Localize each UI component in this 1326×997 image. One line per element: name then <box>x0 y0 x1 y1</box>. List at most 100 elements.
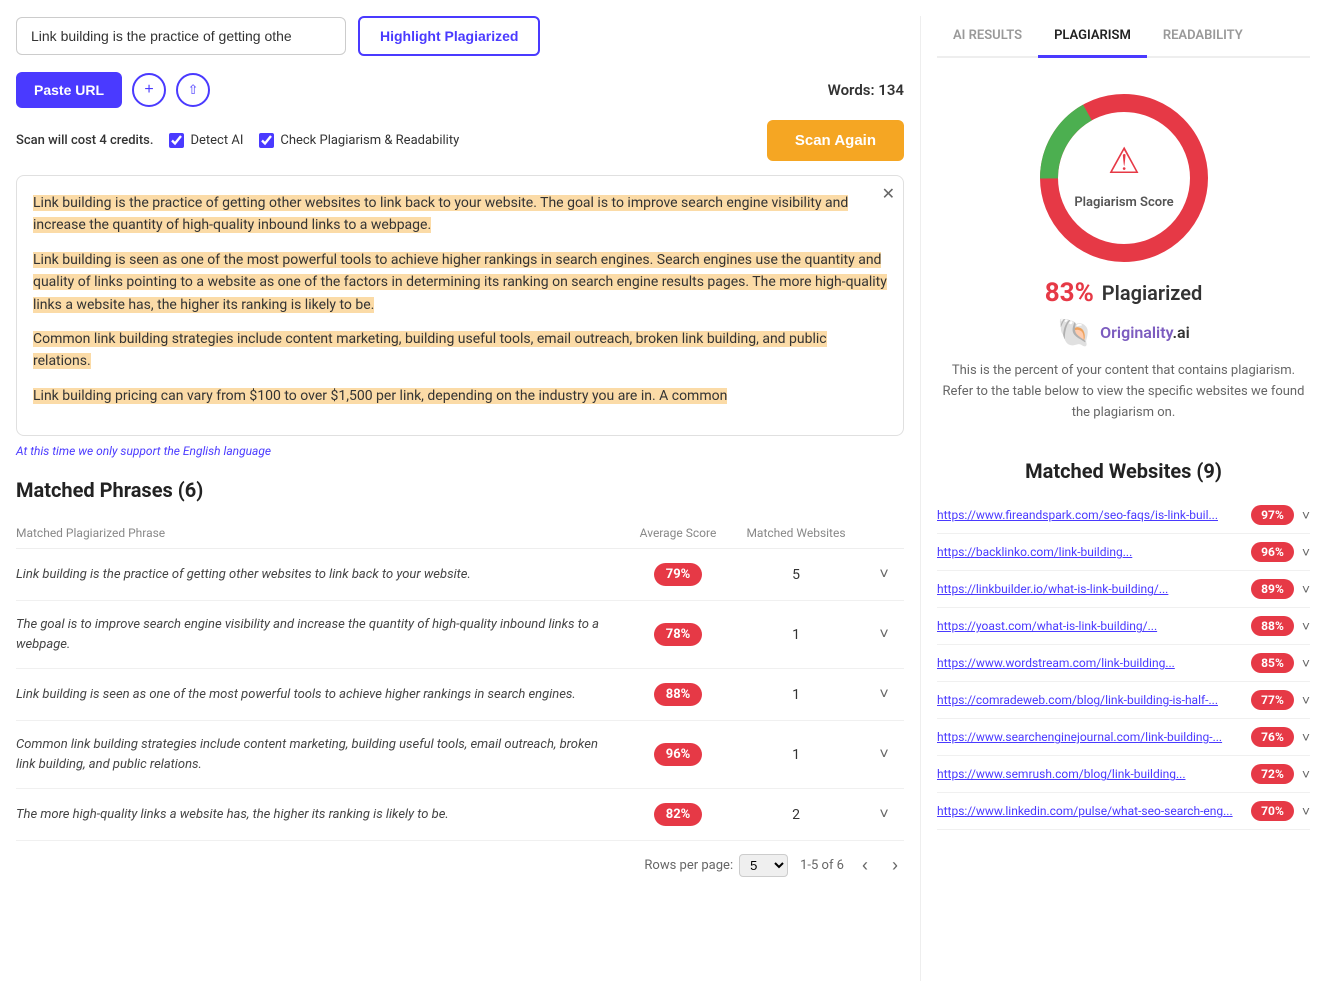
expand-website-button[interactable]: ˅ <box>1302 507 1310 523</box>
next-page-button[interactable]: › <box>886 853 904 878</box>
website-link[interactable]: https://backlinko.com/link-building... <box>937 545 1243 559</box>
website-score-badge: 85% <box>1251 653 1294 673</box>
close-button[interactable]: ✕ <box>882 184 895 204</box>
highlighted-text-2: Link building is seen as one of the most… <box>33 252 887 313</box>
language-note: At this time we only support the English… <box>16 444 904 458</box>
website-link[interactable]: https://www.searchenginejournal.com/link… <box>937 730 1243 744</box>
phrase-score-badge: 82% <box>654 803 703 826</box>
website-score-badge: 96% <box>1251 542 1294 562</box>
phrase-score-badge: 88% <box>654 683 703 706</box>
expand-row-button[interactable]: ˅ <box>864 686 904 704</box>
originality-logo: 🐚 Originality.ai <box>1057 316 1189 349</box>
content-para-4: Link building pricing can vary from $100… <box>33 385 887 407</box>
websites-list: https://www.fireandspark.com/seo-faqs/is… <box>937 497 1310 830</box>
col-actions-header <box>864 526 904 540</box>
text-input[interactable] <box>16 17 346 55</box>
website-link[interactable]: https://yoast.com/what-is-link-building/… <box>937 619 1243 633</box>
originality-logo-suffix: .ai <box>1172 323 1189 342</box>
highlighted-text-1: Link building is the practice of getting… <box>33 195 848 233</box>
score-display: 83% Plagiarized <box>1045 278 1203 308</box>
expand-website-button[interactable]: ˅ <box>1302 544 1310 560</box>
scan-again-button[interactable]: Scan Again <box>767 120 904 161</box>
share-icon-button[interactable]: ⇧ <box>176 73 210 107</box>
expand-row-button[interactable]: ˅ <box>864 746 904 764</box>
col-score-header: Average Score <box>628 526 728 540</box>
table-row: Link building is the practice of getting… <box>16 549 904 601</box>
website-row: https://yoast.com/what-is-link-building/… <box>937 608 1310 645</box>
website-row: https://www.linkedin.com/pulse/what-seo-… <box>937 793 1310 830</box>
expand-row-button[interactable]: ˅ <box>864 806 904 824</box>
website-link[interactable]: https://www.linkedin.com/pulse/what-seo-… <box>937 804 1243 818</box>
website-score-badge: 70% <box>1251 801 1294 821</box>
highlight-plagiarized-button[interactable]: Highlight Plagiarized <box>358 16 540 56</box>
website-row: https://www.fireandspark.com/seo-faqs/is… <box>937 497 1310 534</box>
detect-ai-checkbox-label[interactable]: Detect AI <box>169 133 243 148</box>
svg-text:⚠: ⚠ <box>1107 140 1139 182</box>
matched-websites-count: 1 <box>736 687 856 703</box>
plus-icon: + <box>144 81 153 99</box>
expand-website-button[interactable]: ˅ <box>1302 766 1310 782</box>
phrase-text: Link building is the practice of getting… <box>16 565 620 585</box>
tabs: AI RESULTS PLAGIARISM READABILITY <box>937 16 1310 58</box>
phrase-score-badge: 78% <box>654 623 703 646</box>
check-plagiarism-checkbox-label[interactable]: Check Plagiarism & Readability <box>259 133 459 148</box>
check-plagiarism-checkbox[interactable] <box>259 133 274 148</box>
phrase-text: The goal is to improve search engine vis… <box>16 615 620 654</box>
originality-logo-text: Originality.ai <box>1100 323 1190 342</box>
table-header: Matched Plagiarized Phrase Average Score… <box>16 518 904 549</box>
table-row: Common link building strategies include … <box>16 721 904 789</box>
table-row: The goal is to improve search engine vis… <box>16 601 904 669</box>
expand-website-button[interactable]: ˅ <box>1302 692 1310 708</box>
website-row: https://backlinko.com/link-building... 9… <box>937 534 1310 571</box>
content-para-1: Link building is the practice of getting… <box>33 192 887 237</box>
phrase-text: Common link building strategies include … <box>16 735 620 774</box>
plagiarism-score-label: Plagiarized <box>1102 281 1202 305</box>
expand-website-button[interactable]: ˅ <box>1302 655 1310 671</box>
matched-websites-title: Matched Websites (9) <box>937 459 1310 483</box>
expand-website-button[interactable]: ˅ <box>1302 581 1310 597</box>
phrase-text: The more high-quality links a website ha… <box>16 805 620 825</box>
expand-website-button[interactable]: ˅ <box>1302 618 1310 634</box>
website-link[interactable]: https://www.wordstream.com/link-building… <box>937 656 1243 670</box>
detect-ai-label: Detect AI <box>190 133 243 148</box>
matched-websites-count: 5 <box>736 567 856 583</box>
rows-per-page-select[interactable]: 5 10 25 <box>739 854 788 877</box>
col-matched-header: Matched Websites <box>736 526 856 540</box>
plagiarism-description: This is the percent of your content that… <box>937 361 1310 423</box>
originality-logo-icon: 🐚 <box>1057 316 1092 349</box>
website-score-badge: 89% <box>1251 579 1294 599</box>
scan-cost-label: Scan will cost 4 credits. <box>16 133 153 148</box>
content-para-2: Link building is seen as one of the most… <box>33 249 887 316</box>
matched-websites-count: 1 <box>736 627 856 643</box>
content-area: ✕ Link building is the practice of getti… <box>16 175 904 436</box>
website-row: https://www.semrush.com/blog/link-buildi… <box>937 756 1310 793</box>
expand-row-button[interactable]: ˅ <box>864 566 904 584</box>
website-row: https://comradeweb.com/blog/link-buildin… <box>937 682 1310 719</box>
tab-readability[interactable]: READABILITY <box>1147 16 1259 58</box>
tab-plagiarism[interactable]: PLAGIARISM <box>1038 16 1147 58</box>
website-score-badge: 97% <box>1251 505 1294 525</box>
matched-phrases-title: Matched Phrases (6) <box>16 478 904 502</box>
detect-ai-checkbox[interactable] <box>169 133 184 148</box>
add-icon-button[interactable]: + <box>132 73 166 107</box>
highlighted-text-4: Link building pricing can vary from $100… <box>33 388 727 404</box>
prev-page-button[interactable]: ‹ <box>856 853 874 878</box>
tab-ai-results[interactable]: AI RESULTS <box>937 16 1038 58</box>
website-score-badge: 72% <box>1251 764 1294 784</box>
phrase-score-badge: 79% <box>654 563 703 586</box>
website-score-badge: 77% <box>1251 690 1294 710</box>
rows-per-page[interactable]: Rows per page: 5 10 25 <box>644 854 788 877</box>
table-row: Link building is seen as one of the most… <box>16 669 904 721</box>
website-link[interactable]: https://comradeweb.com/blog/link-buildin… <box>937 693 1243 707</box>
paste-url-button[interactable]: Paste URL <box>16 72 122 108</box>
website-link[interactable]: https://www.fireandspark.com/seo-faqs/is… <box>937 508 1243 522</box>
donut-chart-container: ⚠ Plagiarism Score 83% Plagiarized 🐚 Ori… <box>937 78 1310 443</box>
matched-websites-count: 2 <box>736 807 856 823</box>
expand-website-button[interactable]: ˅ <box>1302 729 1310 745</box>
expand-row-button[interactable]: ˅ <box>864 626 904 644</box>
donut-chart: ⚠ Plagiarism Score <box>1024 78 1224 278</box>
expand-website-button[interactable]: ˅ <box>1302 803 1310 819</box>
website-row: https://www.searchenginejournal.com/link… <box>937 719 1310 756</box>
website-link[interactable]: https://linkbuilder.io/what-is-link-buil… <box>937 582 1243 596</box>
website-link[interactable]: https://www.semrush.com/blog/link-buildi… <box>937 767 1243 781</box>
